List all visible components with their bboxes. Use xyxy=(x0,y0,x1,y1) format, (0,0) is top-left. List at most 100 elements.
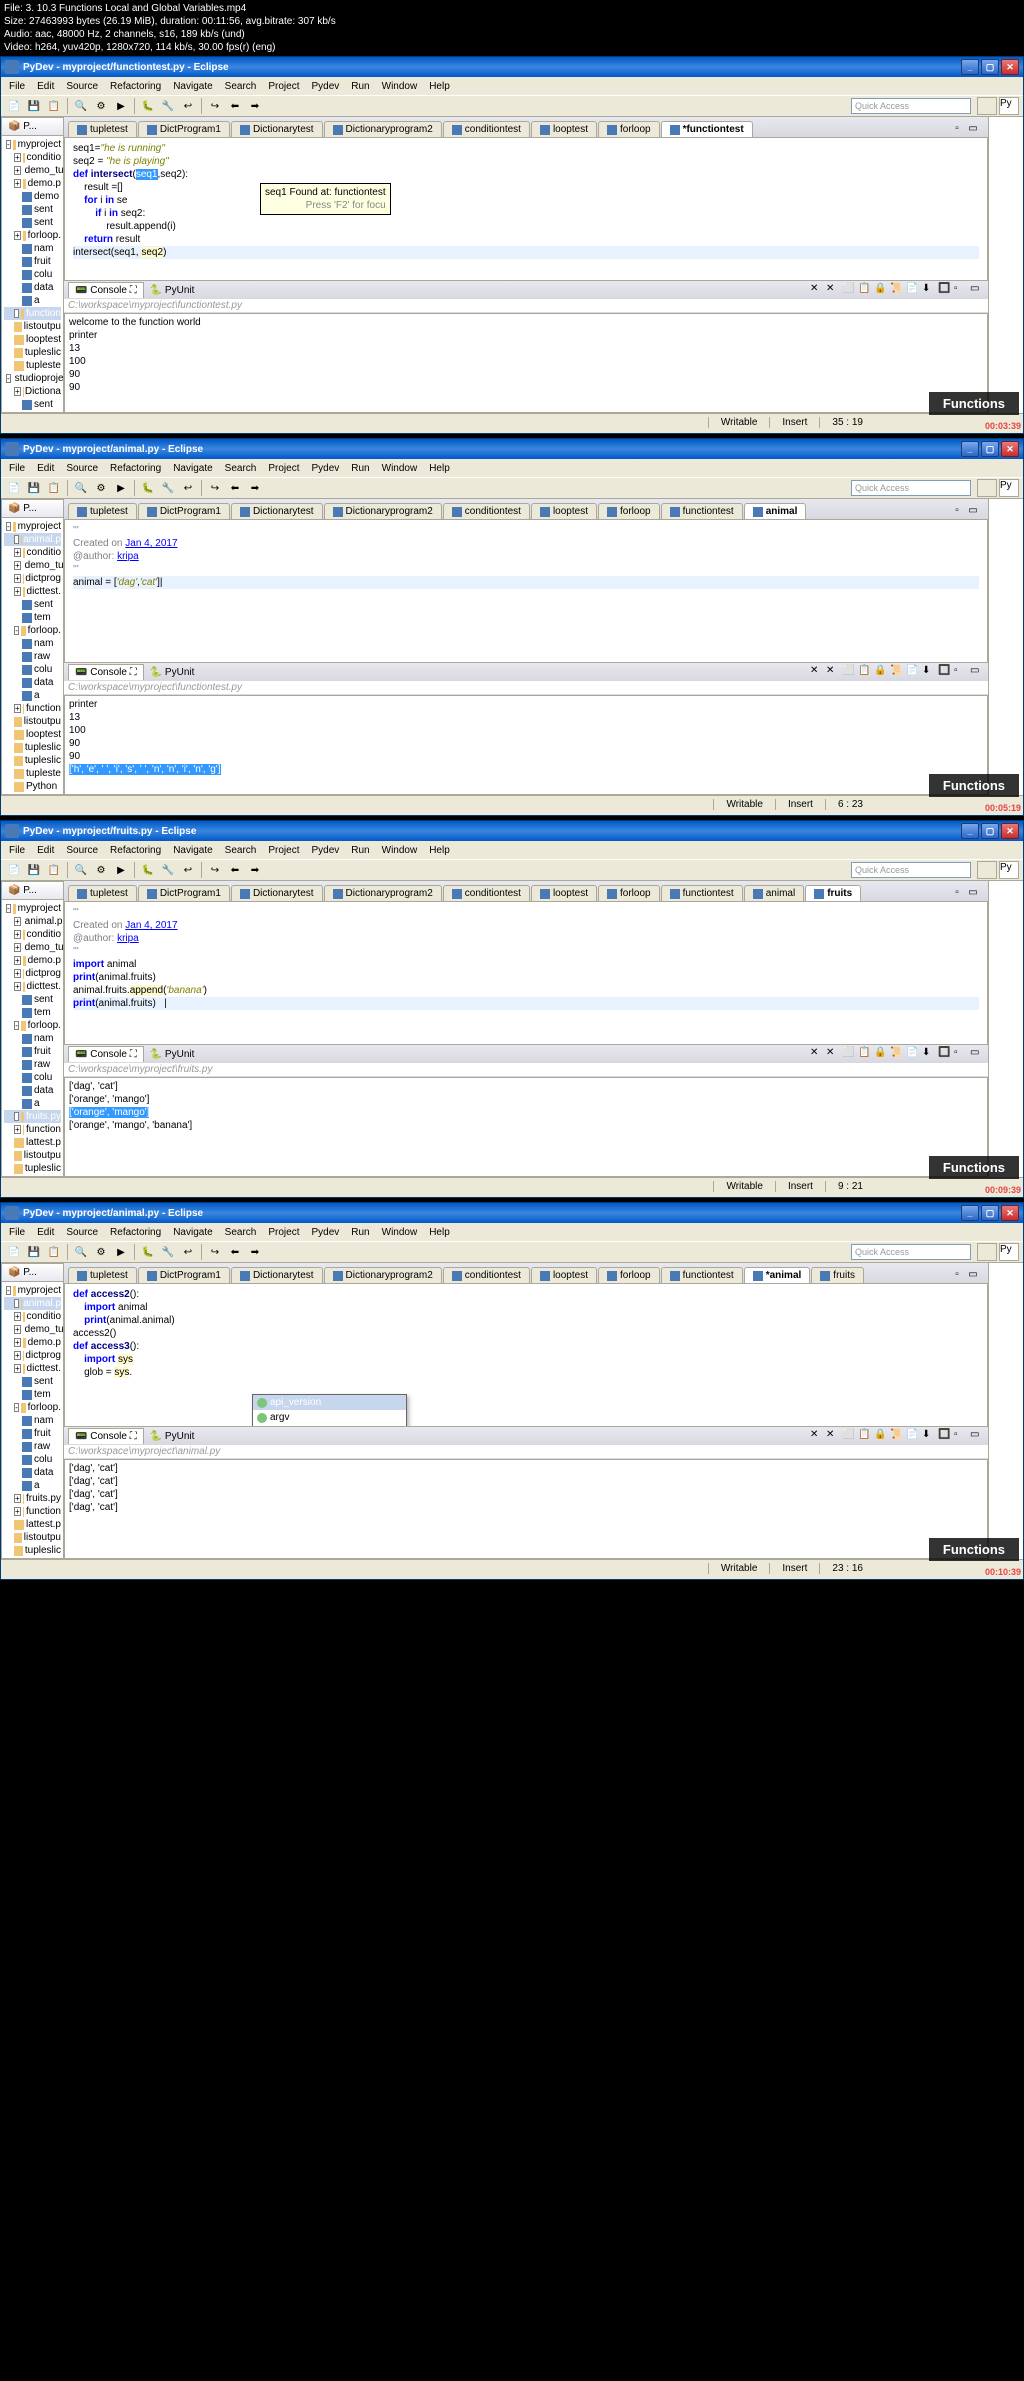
console-btn-2[interactable]: ⬜ xyxy=(842,1047,856,1061)
tree-item[interactable]: listoutpu xyxy=(4,1531,61,1544)
editor-tab[interactable]: Dictionaryprogram2 xyxy=(324,121,442,137)
toolbar-btn-9[interactable]: ↪ xyxy=(206,861,224,879)
toolbar-btn-7[interactable]: 🔧 xyxy=(159,97,177,115)
toolbar-btn-0[interactable]: 📄 xyxy=(5,1243,23,1261)
menu-pydev[interactable]: Pydev xyxy=(305,461,345,476)
toolbar-btn-5[interactable]: ▶ xyxy=(112,479,130,497)
editor-tab[interactable]: tupletest xyxy=(68,885,137,901)
tree-expand-icon[interactable]: + xyxy=(14,943,21,952)
quick-access-input[interactable]: Quick Access xyxy=(851,862,971,878)
menu-project[interactable]: Project xyxy=(262,843,305,858)
tree-expand-icon[interactable]: + xyxy=(14,956,21,965)
console-btn-2[interactable]: ⬜ xyxy=(842,283,856,297)
toolbar-btn-2[interactable]: 📋 xyxy=(45,1243,63,1261)
toolbar-btn-9[interactable]: ↪ xyxy=(206,479,224,497)
editor-tab[interactable]: looptest xyxy=(531,503,597,519)
toolbar-btn-6[interactable]: 🐛 xyxy=(139,1243,157,1261)
tree-item[interactable]: a xyxy=(4,1479,61,1492)
tree-item[interactable]: +demo.p xyxy=(4,1336,61,1349)
tree-expand-icon[interactable]: + xyxy=(14,587,21,596)
toolbar-btn-9[interactable]: ↪ xyxy=(206,1243,224,1261)
menu-file[interactable]: File xyxy=(3,461,31,476)
editor-tab[interactable]: forloop xyxy=(598,121,660,137)
tree-item[interactable]: tupleslic xyxy=(4,346,61,359)
toolbar-btn-8[interactable]: ↩ xyxy=(179,1243,197,1261)
console-btn-5[interactable]: 📜 xyxy=(890,1429,904,1443)
tree-item[interactable]: nam xyxy=(4,242,61,255)
console-btn-1[interactable]: ✕ xyxy=(826,1429,840,1443)
tree-item[interactable]: data xyxy=(4,281,61,294)
toolbar-btn-10[interactable]: ⬅ xyxy=(226,479,244,497)
tree-item[interactable]: nam xyxy=(4,1414,61,1427)
menu-edit[interactable]: Edit xyxy=(31,843,60,858)
editor-tab[interactable]: *functiontest xyxy=(661,121,753,137)
tree-expand-icon[interactable]: + xyxy=(14,969,21,978)
toolbar-btn-5[interactable]: ▶ xyxy=(112,97,130,115)
tree-expand-icon[interactable]: + xyxy=(14,704,21,713)
tree-expand-icon[interactable]: - xyxy=(14,1299,19,1308)
tree-item[interactable]: tem xyxy=(4,411,61,412)
editor-tab[interactable]: conditiontest xyxy=(443,885,530,901)
menu-refactoring[interactable]: Refactoring xyxy=(104,843,167,858)
toolbar-btn-8[interactable]: ↩ xyxy=(179,97,197,115)
console-btn-10[interactable]: ▭ xyxy=(970,1429,984,1443)
console-btn-10[interactable]: ▭ xyxy=(970,1047,984,1061)
minimize-button[interactable]: _ xyxy=(961,823,979,839)
toolbar-btn-4[interactable]: ⚙ xyxy=(92,97,110,115)
toolbar-btn-1[interactable]: 💾 xyxy=(25,1243,43,1261)
editor-tab[interactable]: Dictionarytest xyxy=(231,1267,323,1283)
pyunit-tab[interactable]: 🐍 PyUnit xyxy=(144,1047,201,1062)
menu-edit[interactable]: Edit xyxy=(31,79,60,94)
toolbar-btn-0[interactable]: 📄 xyxy=(5,97,23,115)
toolbar-btn-8[interactable]: ↩ xyxy=(179,479,197,497)
code-editor[interactable]: def access2(): import animal print(anima… xyxy=(64,1283,988,1427)
toolbar-btn-11[interactable]: ➡ xyxy=(246,1243,264,1261)
editor-tab[interactable]: looptest xyxy=(531,121,597,137)
console-btn-0[interactable]: ✕ xyxy=(810,1429,824,1443)
tree-expand-icon[interactable]: - xyxy=(6,522,11,531)
console-btn-3[interactable]: 📋 xyxy=(858,1047,872,1061)
tree-item[interactable]: +forloop. xyxy=(4,229,61,242)
minimize-button[interactable]: _ xyxy=(961,59,979,75)
close-button[interactable]: ✕ xyxy=(1001,441,1019,457)
menu-source[interactable]: Source xyxy=(60,843,104,858)
minimize-editor-icon[interactable]: ▫ xyxy=(950,505,964,519)
quick-access-input[interactable]: Quick Access xyxy=(851,98,971,114)
tree-item[interactable]: tupleslic xyxy=(4,741,61,754)
tree-item[interactable]: looptest xyxy=(4,728,61,741)
tree-item[interactable]: tupleslic xyxy=(4,1557,61,1558)
tree-expand-icon[interactable]: - xyxy=(14,535,19,544)
editor-tab[interactable]: Dictionarytest xyxy=(231,885,323,901)
console-btn-0[interactable]: ✕ xyxy=(810,1047,824,1061)
tree-item[interactable]: +dictprog xyxy=(4,1349,61,1362)
pydev-perspective[interactable]: Py xyxy=(999,97,1019,115)
menu-refactoring[interactable]: Refactoring xyxy=(104,1225,167,1240)
console-btn-6[interactable]: 📄 xyxy=(906,1047,920,1061)
minimize-editor-icon[interactable]: ▫ xyxy=(950,1269,964,1283)
tree-item[interactable]: +demo_tu xyxy=(4,941,61,954)
editor-tab[interactable]: Dictionarytest xyxy=(231,121,323,137)
console-tab[interactable]: 📟 Console ⛶ xyxy=(68,664,144,680)
tree-item[interactable]: looptest xyxy=(4,333,61,346)
console-btn-7[interactable]: ⬇ xyxy=(922,1047,936,1061)
close-button[interactable]: ✕ xyxy=(1001,1205,1019,1221)
menu-help[interactable]: Help xyxy=(423,843,456,858)
tree-item[interactable]: listoutpu xyxy=(4,715,61,728)
console-btn-1[interactable]: ✕ xyxy=(826,1047,840,1061)
console-btn-4[interactable]: 🔒 xyxy=(874,283,888,297)
console-btn-5[interactable]: 📜 xyxy=(890,283,904,297)
console-btn-9[interactable]: ▫ xyxy=(954,1047,968,1061)
toolbar-btn-10[interactable]: ⬅ xyxy=(226,861,244,879)
tree-item[interactable]: -function xyxy=(4,307,61,320)
tree-item[interactable]: a xyxy=(4,689,61,702)
pyunit-tab[interactable]: 🐍 PyUnit xyxy=(144,1429,201,1444)
console-tab[interactable]: 📟 Console ⛶ xyxy=(68,1046,144,1062)
tree-item[interactable]: sent xyxy=(4,203,61,216)
autocomplete-popup[interactable]: api_versionargvbuiltin_module_namesbyteo… xyxy=(252,1394,407,1427)
tree-expand-icon[interactable]: - xyxy=(14,309,19,318)
tree-item[interactable]: nam xyxy=(4,637,61,650)
console-btn-8[interactable]: 🔲 xyxy=(938,1429,952,1443)
tree-expand-icon[interactable]: - xyxy=(14,626,19,635)
tree-item[interactable]: +function xyxy=(4,1123,61,1136)
menu-help[interactable]: Help xyxy=(423,461,456,476)
